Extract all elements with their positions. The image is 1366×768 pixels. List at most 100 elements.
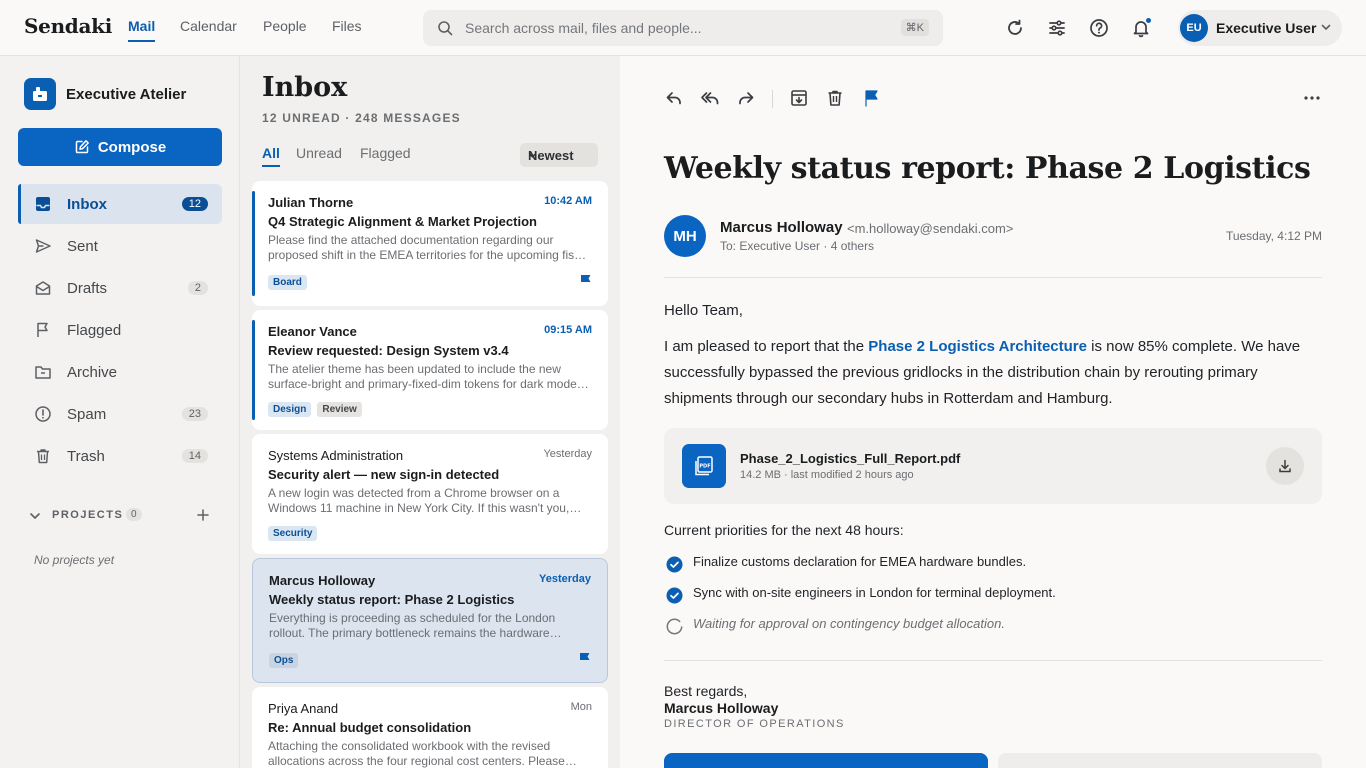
forward-icon[interactable] (736, 88, 756, 108)
flag-icon[interactable] (578, 652, 591, 666)
sidebar-item-label: Sent (67, 238, 98, 255)
sidebar-item-flagged[interactable]: Flagged (18, 310, 222, 350)
workspace-logo (24, 78, 56, 110)
divider (664, 660, 1322, 661)
projects-header[interactable]: PROJECTS 0 (28, 506, 218, 526)
message-card[interactable]: Julian Thorne 10:42 AM Q4 Strategic Alig… (252, 181, 608, 306)
priority-text: Finalize customs declaration for EMEA ha… (693, 554, 1027, 569)
chevron-down-icon (28, 509, 42, 523)
message-preview: Please find the attached documentation r… (268, 233, 590, 262)
message-card[interactable]: Priya Anand Mon Re: Annual budget consol… (252, 687, 608, 768)
message-card[interactable]: Eleanor Vance 09:15 AM Review requested:… (252, 310, 608, 430)
priority-text: Sync with on-site engineers in London fo… (693, 585, 1056, 600)
send-icon (34, 237, 52, 255)
drafts-icon (34, 279, 52, 297)
signoff: Best regards, (664, 683, 748, 699)
nav-tab-mail[interactable]: Mail (128, 18, 156, 42)
message-subject: Review requested: Design System v3.4 (268, 343, 509, 358)
sidebar-item-sent[interactable]: Sent (18, 226, 222, 266)
count-badge: 14 (181, 449, 208, 463)
nav-tab-people[interactable]: People (263, 18, 307, 34)
sidebar-item-label: Spam (67, 406, 107, 423)
message-time: Mon (570, 701, 592, 713)
message-subject: Security alert — new sign-in detected (268, 467, 500, 482)
flag-icon[interactable] (861, 88, 881, 108)
sidebar-item-drafts[interactable]: Drafts 2 (18, 268, 222, 308)
svg-text:PDF: PDF (699, 464, 710, 470)
user-name: Executive User (1216, 20, 1317, 36)
attachment-meta: 14.2 MB · last modified 2 hours ago (740, 469, 914, 481)
archive-icon[interactable] (789, 88, 809, 108)
project-link[interactable]: Phase 2 Logistics Architecture (868, 338, 1087, 355)
count-badge: 2 (187, 281, 208, 295)
archive-icon (34, 363, 52, 381)
user-menu[interactable]: EU Executive User (1178, 10, 1342, 46)
sidebar-item-inbox[interactable]: Inbox 12 (18, 184, 222, 224)
workspace-name: Executive Atelier (66, 86, 187, 103)
forward-button[interactable] (998, 753, 1322, 768)
projects-empty-text: No projects yet (34, 553, 115, 567)
message-preview: Everything is proceeding as scheduled fo… (269, 611, 556, 640)
edit-icon (74, 139, 90, 155)
nav-tab-calendar[interactable]: Calendar (180, 18, 237, 34)
sidebar-item-label: Archive (67, 364, 118, 381)
app-brand: Sendaki (24, 14, 113, 38)
sort-dropdown[interactable]: Newest (520, 143, 598, 167)
filter-flagged[interactable]: Flagged (360, 145, 411, 161)
message-card[interactable]: Systems Administration Yesterday Securit… (252, 434, 608, 554)
recipients[interactable]: To: Executive User · 4 others (720, 239, 874, 253)
bell-icon[interactable] (1129, 16, 1153, 40)
sidebar-item-label: Trash (67, 448, 105, 465)
reply-button[interactable] (664, 753, 988, 768)
sender-name[interactable]: Marcus Holloway (720, 219, 843, 236)
help-icon[interactable] (1087, 16, 1111, 40)
filters-icon[interactable] (1045, 16, 1069, 40)
search-icon (437, 20, 453, 36)
attachment-card[interactable]: PDF Phase_2_Logistics_Full_Report.pdf 14… (664, 428, 1322, 504)
divider (664, 277, 1322, 278)
reply-all-icon[interactable] (700, 88, 720, 108)
sidebar-item-archive[interactable]: Archive (18, 352, 222, 392)
sidebar: Executive Atelier Compose Inbox 12 Sent … (0, 56, 240, 768)
sidebar-item-label: Inbox (67, 196, 107, 213)
message-list: Inbox 12 UNREAD · 248 MESSAGES All Unrea… (240, 56, 620, 768)
chevron-down-icon (528, 151, 588, 160)
reply-icon[interactable] (664, 88, 684, 108)
search-input[interactable]: Search across mail, files and people... … (423, 10, 943, 46)
sidebar-item-spam[interactable]: Spam 23 (18, 394, 222, 434)
check-circle-icon (666, 556, 683, 573)
flag-icon (34, 321, 52, 339)
projects-count: 0 (126, 508, 142, 521)
download-icon[interactable] (1266, 447, 1304, 485)
message-sender: Eleanor Vance (268, 324, 357, 339)
flag-icon[interactable] (579, 274, 592, 288)
top-bar: Sendaki Mail Calendar People Files Searc… (0, 0, 1366, 56)
compose-label: Compose (97, 138, 167, 156)
message-sender: Marcus Holloway (269, 573, 376, 588)
priorities-title: Current priorities for the next 48 hours… (664, 522, 904, 538)
email-greeting: Hello Team, (664, 302, 743, 319)
compose-button[interactable]: Compose (18, 128, 222, 166)
trash-icon[interactable] (825, 88, 845, 108)
more-icon[interactable] (1302, 88, 1322, 108)
filter-all[interactable]: All (262, 145, 280, 167)
sidebar-item-label: Drafts (67, 280, 108, 297)
email-paragraph: I am pleased to report that the Phase 2 … (664, 334, 1304, 412)
message-card-selected[interactable]: Marcus Holloway Yesterday Weekly status … (252, 558, 608, 683)
message-sender: Priya Anand (268, 701, 339, 716)
tag-label: Ops (269, 653, 299, 668)
filter-unread[interactable]: Unread (296, 145, 342, 161)
message-preview: A new login was detected from a Chrome b… (268, 486, 570, 515)
reading-pane: Weekly status report: Phase 2 Logistics … (620, 56, 1366, 768)
sender-avatar: MH (664, 215, 706, 257)
notification-dot (1145, 17, 1152, 24)
plus-icon[interactable] (196, 508, 210, 522)
nav-tab-files[interactable]: Files (332, 18, 362, 34)
message-time: 10:42 AM (544, 195, 592, 207)
page-title: Inbox (262, 72, 348, 103)
refresh-icon[interactable] (1003, 16, 1027, 40)
check-circle-icon (666, 587, 683, 604)
unread-count-badge: 12 (181, 197, 208, 211)
sidebar-item-trash[interactable]: Trash 14 (18, 436, 222, 476)
message-subject: Re: Annual budget consolidation (268, 720, 472, 735)
